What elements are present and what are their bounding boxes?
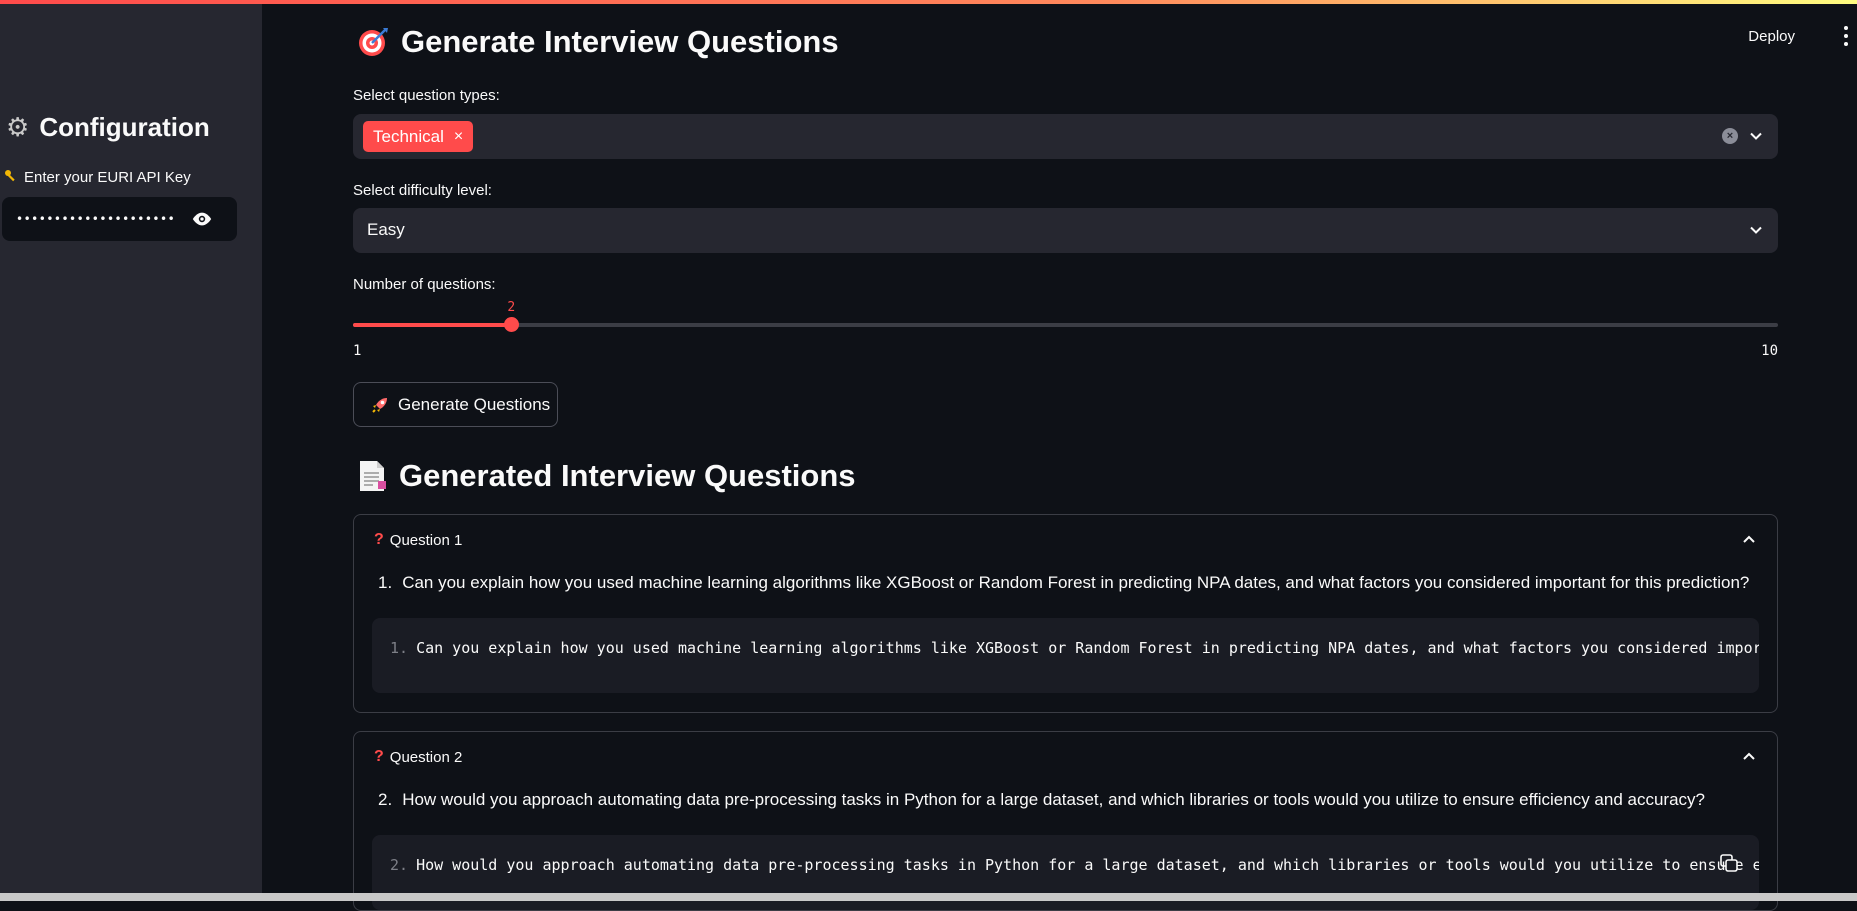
expander-header[interactable]: ? Question 2 [374,748,462,766]
deploy-button[interactable]: Deploy [1748,28,1795,45]
main-menu-icon[interactable] [1843,26,1849,46]
question-number: 1. [378,573,393,592]
code-text: Can you explain how you used machine lea… [416,639,1759,657]
difficulty-label: Select difficulty level: [353,182,492,199]
gear-icon: ⚙ [6,112,30,143]
sidebar-title-text: Configuration [39,112,210,142]
question-expander-2[interactable]: ? Question 2 2. How would you approach a… [353,731,1778,911]
api-key-label: Enter your EURI API Key [4,169,191,186]
generate-button-label: Generate Questions [398,394,551,414]
horizontal-scrollbar[interactable] [0,893,1857,901]
selected-tag-technical: Technical × [363,121,474,152]
question-types-multiselect[interactable]: Technical × × [353,114,1778,159]
document-icon [360,461,386,491]
question-types-label: Select question types: [353,87,500,104]
code-line: 1. Can you explain how you used machine l… [390,639,1759,657]
results-title: Generated Interview Questions [357,458,856,494]
target-icon [359,28,388,56]
difficulty-select[interactable]: Easy [353,208,1778,253]
chevron-up-icon[interactable] [1741,533,1757,545]
code-line-number: 1. [390,639,409,657]
rocket-icon [372,397,387,413]
num-questions-slider[interactable] [353,317,1778,332]
question-mark-icon: ? [374,531,384,548]
slider-current-value: 2 [507,300,516,315]
question-mark-icon: ? [374,748,384,765]
code-block: 1. Can you explain how you used machine l… [372,618,1759,693]
top-decoration-bar [0,0,1857,4]
question-body: Can you explain how you used machine lea… [402,573,1750,592]
question-expander-1[interactable]: ? Question 1 1. Can you explain how you … [353,514,1778,713]
expander-title: Question 2 [389,748,463,766]
generate-questions-button[interactable]: Generate Questions [353,382,558,427]
page-title-text: Generate Interview Questions [401,24,839,59]
clear-all-icon[interactable]: × [1722,128,1738,144]
code-line-number: 2. [390,856,409,874]
num-questions-label: Number of questions: [353,276,496,293]
code-line: 2. How would you approach automating data… [390,856,1759,874]
page-title: Generate Interview Questions [357,24,839,60]
key-icon [4,169,18,186]
slider-thumb[interactable] [504,317,520,332]
remove-tag-icon[interactable]: × [454,128,463,146]
expander-title: Question 1 [389,531,463,549]
api-key-label-text: Enter your EURI API Key [24,169,191,186]
results-title-text: Generated Interview Questions [399,458,856,493]
difficulty-value: Easy [367,220,405,239]
question-text: 1. Can you explain how you used machine … [378,573,1749,593]
slider-max-label: 10 [1761,343,1778,359]
slider-fill [353,323,512,327]
copy-icon[interactable] [1719,853,1739,873]
slider-min-label: 1 [353,343,362,359]
question-body: How would you approach automating data p… [402,790,1705,809]
expander-header[interactable]: ? Question 1 [374,531,462,549]
sidebar-title: ⚙ Configuration [6,112,210,143]
question-text: 2. How would you approach automating dat… [378,790,1705,810]
chevron-down-icon[interactable] [1748,222,1764,238]
chevron-down-icon[interactable] [1748,128,1764,144]
code-text: How would you approach automating data p… [416,856,1759,874]
tag-label: Technical [373,126,444,146]
chevron-up-icon[interactable] [1741,750,1757,762]
api-key-masked-value[interactable]: •••••••••••••••••••••••••••••••••••• [16,212,176,226]
show-password-eye-icon[interactable] [191,209,213,229]
question-number: 2. [378,790,393,809]
api-key-input[interactable]: •••••••••••••••••••••••••••••••••••• [2,197,237,241]
sidebar: ⚙ Configuration Enter your EURI API Key … [0,4,262,895]
